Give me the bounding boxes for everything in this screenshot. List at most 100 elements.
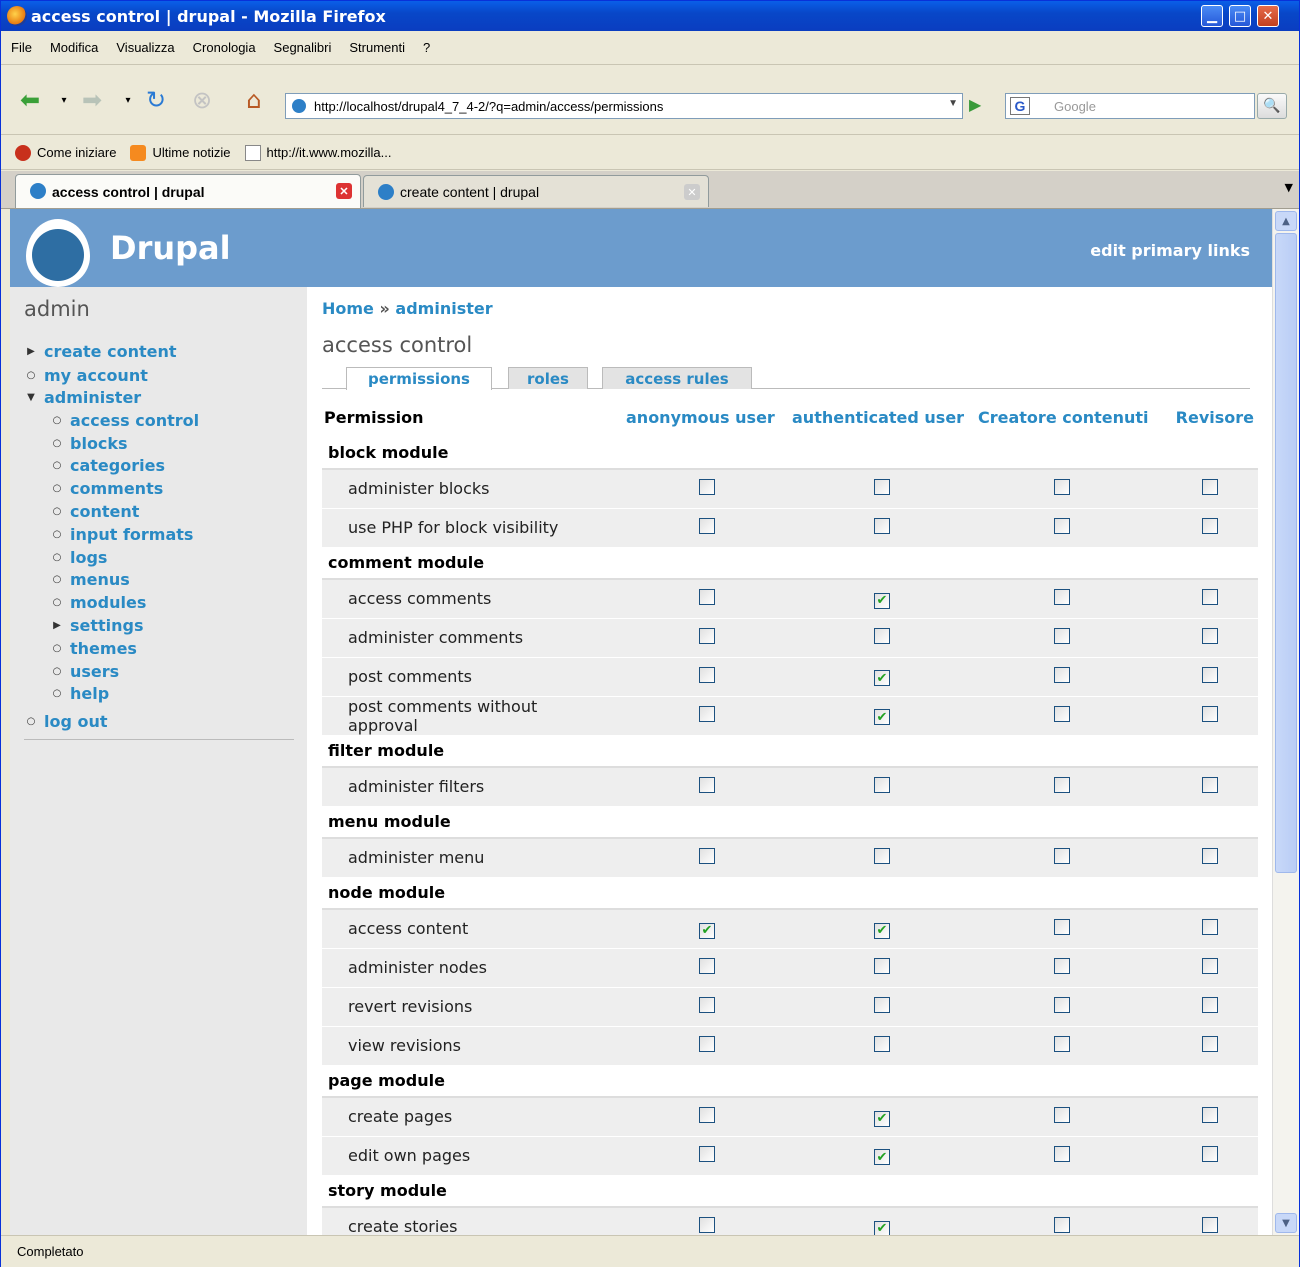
permission-checkbox[interactable] [699, 1145, 715, 1162]
sidebar-item-label[interactable]: logs [70, 548, 107, 567]
sidebar-item-label[interactable]: menus [70, 570, 130, 589]
permission-checkbox[interactable] [874, 847, 890, 864]
sidebar-item-label[interactable]: settings [70, 616, 144, 635]
permission-checkbox[interactable] [1202, 957, 1218, 974]
permission-checkbox[interactable] [1054, 776, 1070, 793]
sidebar-item-label[interactable]: log out [44, 712, 108, 731]
permission-checkbox[interactable] [874, 627, 890, 644]
close-window-button[interactable]: ✕ [1257, 5, 1279, 27]
permission-checkbox[interactable] [699, 1106, 715, 1123]
sidebar-item-comments[interactable]: ○ comments [50, 479, 164, 498]
permission-checkbox[interactable] [1054, 847, 1070, 864]
forward-dropdown-icon[interactable]: ▾ [113, 85, 143, 115]
close-tab-icon[interactable]: ✕ [684, 184, 700, 200]
sidebar-item-menus[interactable]: ○ menus [50, 570, 130, 589]
sidebar-item-my-account[interactable]: ○ my account [24, 366, 148, 385]
breadcrumb-home[interactable]: Home [322, 299, 374, 318]
permission-checkbox[interactable] [699, 705, 715, 722]
maximize-button[interactable]: □ [1229, 5, 1251, 27]
back-icon[interactable]: ⬅ [15, 85, 45, 115]
permission-checkbox[interactable]: ✔ [874, 709, 890, 726]
permission-checkbox[interactable] [699, 517, 715, 534]
drupal-logo[interactable] [26, 219, 90, 287]
sidebar-item-label[interactable]: content [70, 502, 139, 521]
sidebar-item-label[interactable]: themes [70, 639, 137, 658]
scroll-down-icon[interactable]: ▼ [1275, 1213, 1297, 1233]
permission-checkbox[interactable] [874, 478, 890, 495]
menu-file[interactable]: File [11, 40, 32, 55]
menu-modifica[interactable]: Modifica [50, 40, 98, 55]
minimize-button[interactable]: ▁ [1201, 5, 1223, 27]
menu-help[interactable]: ? [423, 40, 430, 55]
sidebar-item-label[interactable]: help [70, 684, 109, 703]
sidebar-item-label[interactable]: users [70, 662, 119, 681]
permission-checkbox[interactable] [1054, 1216, 1070, 1233]
sidebar-item-content[interactable]: ○ content [50, 502, 140, 521]
tab-create-content[interactable]: create content | drupal ✕ [363, 175, 709, 207]
scroll-thumb[interactable] [1275, 233, 1297, 873]
permission-checkbox[interactable] [1202, 1106, 1218, 1123]
permission-checkbox[interactable] [699, 1035, 715, 1052]
edit-primary-links[interactable]: edit primary links [1090, 241, 1250, 260]
permission-checkbox[interactable]: ✔ [699, 922, 715, 939]
permission-checkbox[interactable] [1202, 478, 1218, 495]
tab-access-control[interactable]: access control | drupal ✕ [15, 174, 361, 208]
home-icon[interactable]: ⌂ [239, 85, 269, 115]
permission-checkbox[interactable] [1202, 1145, 1218, 1162]
menu-strumenti[interactable]: Strumenti [349, 40, 405, 55]
go-icon[interactable]: ▶ [969, 95, 981, 114]
sidebar-item-administer[interactable]: ▼ administer [24, 388, 141, 407]
sidebar-item-blocks[interactable]: ○ blocks [50, 434, 128, 453]
permission-checkbox[interactable] [1054, 1035, 1070, 1052]
sidebar-item-users[interactable]: ○ users [50, 662, 120, 681]
sidebar-item-label[interactable]: create content [44, 342, 177, 361]
permission-checkbox[interactable] [1202, 1216, 1218, 1233]
permission-checkbox[interactable]: ✔ [874, 592, 890, 609]
permission-checkbox[interactable] [1054, 517, 1070, 534]
bookmark-come-iniziare[interactable]: Come iniziare [15, 144, 116, 161]
permission-checkbox[interactable] [699, 588, 715, 605]
permission-checkbox[interactable] [699, 1216, 715, 1233]
permission-checkbox[interactable] [1202, 918, 1218, 935]
sidebar-item-label[interactable]: my account [44, 366, 148, 385]
permission-checkbox[interactable] [1054, 705, 1070, 722]
sidebar-item-help[interactable]: ○ help [50, 684, 110, 703]
sidebar-item-label[interactable]: categories [70, 456, 165, 475]
permission-checkbox[interactable] [1054, 1106, 1070, 1123]
menu-cronologia[interactable]: Cronologia [193, 40, 256, 55]
permission-checkbox[interactable]: ✔ [874, 1110, 890, 1127]
breadcrumb-administer[interactable]: administer [395, 299, 492, 318]
permission-checkbox[interactable]: ✔ [874, 1220, 890, 1235]
permission-checkbox[interactable] [699, 478, 715, 495]
sidebar-item-label[interactable]: modules [70, 593, 146, 612]
bookmark-ultime-notizie[interactable]: Ultime notizie [130, 144, 231, 161]
menu-segnalibri[interactable]: Segnalibri [274, 40, 332, 55]
permission-checkbox[interactable] [699, 996, 715, 1013]
tab-permissions[interactable]: permissions [346, 367, 492, 390]
permission-checkbox[interactable] [1202, 847, 1218, 864]
permission-checkbox[interactable] [1054, 588, 1070, 605]
url-dropdown-icon[interactable]: ▼ [948, 98, 958, 109]
sidebar-item-access-control[interactable]: ○ access control [50, 411, 200, 430]
url-bar[interactable]: http://localhost/drupal4_7_4-2/?q=admin/… [285, 93, 963, 119]
sidebar-item-label[interactable]: blocks [70, 434, 128, 453]
permission-checkbox[interactable] [699, 847, 715, 864]
permission-checkbox[interactable] [1054, 996, 1070, 1013]
sidebar-item-input-formats[interactable]: ○ input formats [50, 525, 194, 544]
sidebar-item-create-content[interactable]: ▶ create content [24, 342, 177, 361]
site-name[interactable]: Drupal [110, 229, 231, 267]
google-engine-icon[interactable]: G [1010, 97, 1030, 115]
permission-checkbox[interactable] [1202, 996, 1218, 1013]
permission-checkbox[interactable] [1054, 666, 1070, 683]
permission-checkbox[interactable] [699, 957, 715, 974]
scroll-up-icon[interactable]: ▲ [1275, 211, 1297, 231]
permission-checkbox[interactable] [1054, 918, 1070, 935]
close-tab-icon[interactable]: ✕ [336, 183, 352, 199]
forward-icon[interactable]: ➡ [77, 85, 107, 115]
search-icon[interactable]: 🔍 [1257, 93, 1287, 119]
menu-visualizza[interactable]: Visualizza [116, 40, 174, 55]
permission-checkbox[interactable]: ✔ [874, 922, 890, 939]
tab-list-icon[interactable]: ▼ [1285, 181, 1293, 194]
permission-checkbox[interactable] [1202, 588, 1218, 605]
sidebar-item-categories[interactable]: ○ categories [50, 456, 165, 475]
